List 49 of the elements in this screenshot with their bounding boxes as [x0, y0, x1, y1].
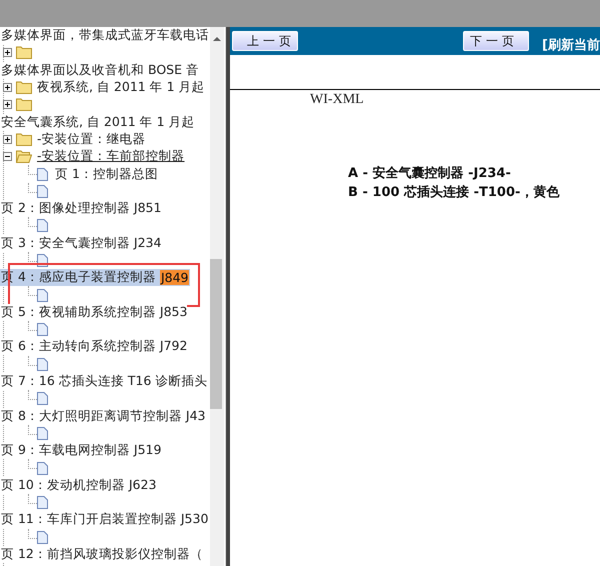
- document-icon[interactable]: [37, 426, 48, 440]
- tree-item[interactable]: 页 1：控制器总图: [55, 166, 158, 183]
- expand-icon[interactable]: [3, 134, 12, 144]
- search-match: J849: [160, 270, 190, 286]
- folder-label[interactable]: -安装位置：继电器: [37, 130, 146, 148]
- tree-item[interactable]: 页 12：前挡风玻璃投影仪控制器（: [0, 546, 203, 564]
- document-label: WI-XML: [310, 92, 365, 108]
- folder-icon: [16, 46, 32, 60]
- scroll-thumb[interactable]: [210, 259, 222, 409]
- tree-item[interactable]: 多媒体界面以及收音机和 BOSE 音: [0, 62, 199, 79]
- folder-icon: [16, 150, 32, 164]
- document-icon[interactable]: [37, 462, 48, 475]
- tree-item[interactable]: 页 8：大灯照明距离调节控制器 J43: [0, 408, 206, 425]
- tree-item[interactable]: 页 3：安全气囊控制器 J234: [0, 234, 162, 252]
- document-icon[interactable]: [37, 288, 48, 302]
- tree-item[interactable]: 页 10：发动机控制器 J623: [0, 476, 156, 494]
- document-icon[interactable]: [37, 184, 48, 198]
- tree-item[interactable]: 页 7：16 芯插头连接 T16 诊断插头: [0, 373, 208, 390]
- folder-icon: [16, 132, 32, 146]
- folder-icon: [16, 81, 32, 94]
- folder-label[interactable]: 夜视系统, 自 2011 年 1 月起: [37, 79, 205, 96]
- collapse-icon[interactable]: [3, 152, 12, 162]
- tree-item[interactable]: 页 2：图像处理控制器 J851: [0, 200, 162, 218]
- previous-page-button[interactable]: 上 一 页: [232, 31, 298, 51]
- legend-line: B - 100 芯插头连接 -T100-，黄色: [348, 184, 560, 202]
- tree-item[interactable]: 页 11：车库门开启装置控制器 J530: [0, 511, 208, 528]
- tree-item[interactable]: 安全气囊系统, 自 2011 年 1 月起: [0, 114, 195, 131]
- folder-label[interactable]: -安装位置：车前部控制器: [37, 148, 185, 166]
- tree-item[interactable]: 页 6：主动转向系统控制器 J792: [0, 338, 188, 356]
- splitter[interactable]: [225, 27, 230, 566]
- expand-icon[interactable]: [3, 100, 12, 110]
- document-icon[interactable]: [37, 323, 48, 336]
- document-icon[interactable]: [37, 219, 48, 232]
- legend-line: A - 安全气囊控制器 -J234-: [348, 164, 512, 183]
- expand-icon[interactable]: [3, 48, 12, 58]
- document-icon[interactable]: [37, 358, 48, 371]
- document-icon[interactable]: [37, 530, 48, 544]
- next-page-button[interactable]: 下 一 页: [463, 31, 530, 51]
- folder-icon: [16, 98, 32, 112]
- tree-item[interactable]: 页 9：车载电网控制器 J519: [0, 442, 162, 460]
- document-icon[interactable]: [37, 496, 48, 510]
- scroll-up-icon[interactable]: [213, 37, 221, 41]
- tree-item[interactable]: 多媒体界面，带集成式蓝牙车载电话: [0, 27, 209, 44]
- refresh-link[interactable]: [刷新当前: [542, 36, 600, 54]
- document-icon[interactable]: [37, 392, 48, 406]
- document-icon[interactable]: [37, 168, 48, 181]
- expand-icon[interactable]: [3, 83, 12, 92]
- tree-item[interactable]: 页 5：夜视辅助系统控制器 J853: [0, 304, 188, 321]
- scrollbar[interactable]: [210, 27, 224, 566]
